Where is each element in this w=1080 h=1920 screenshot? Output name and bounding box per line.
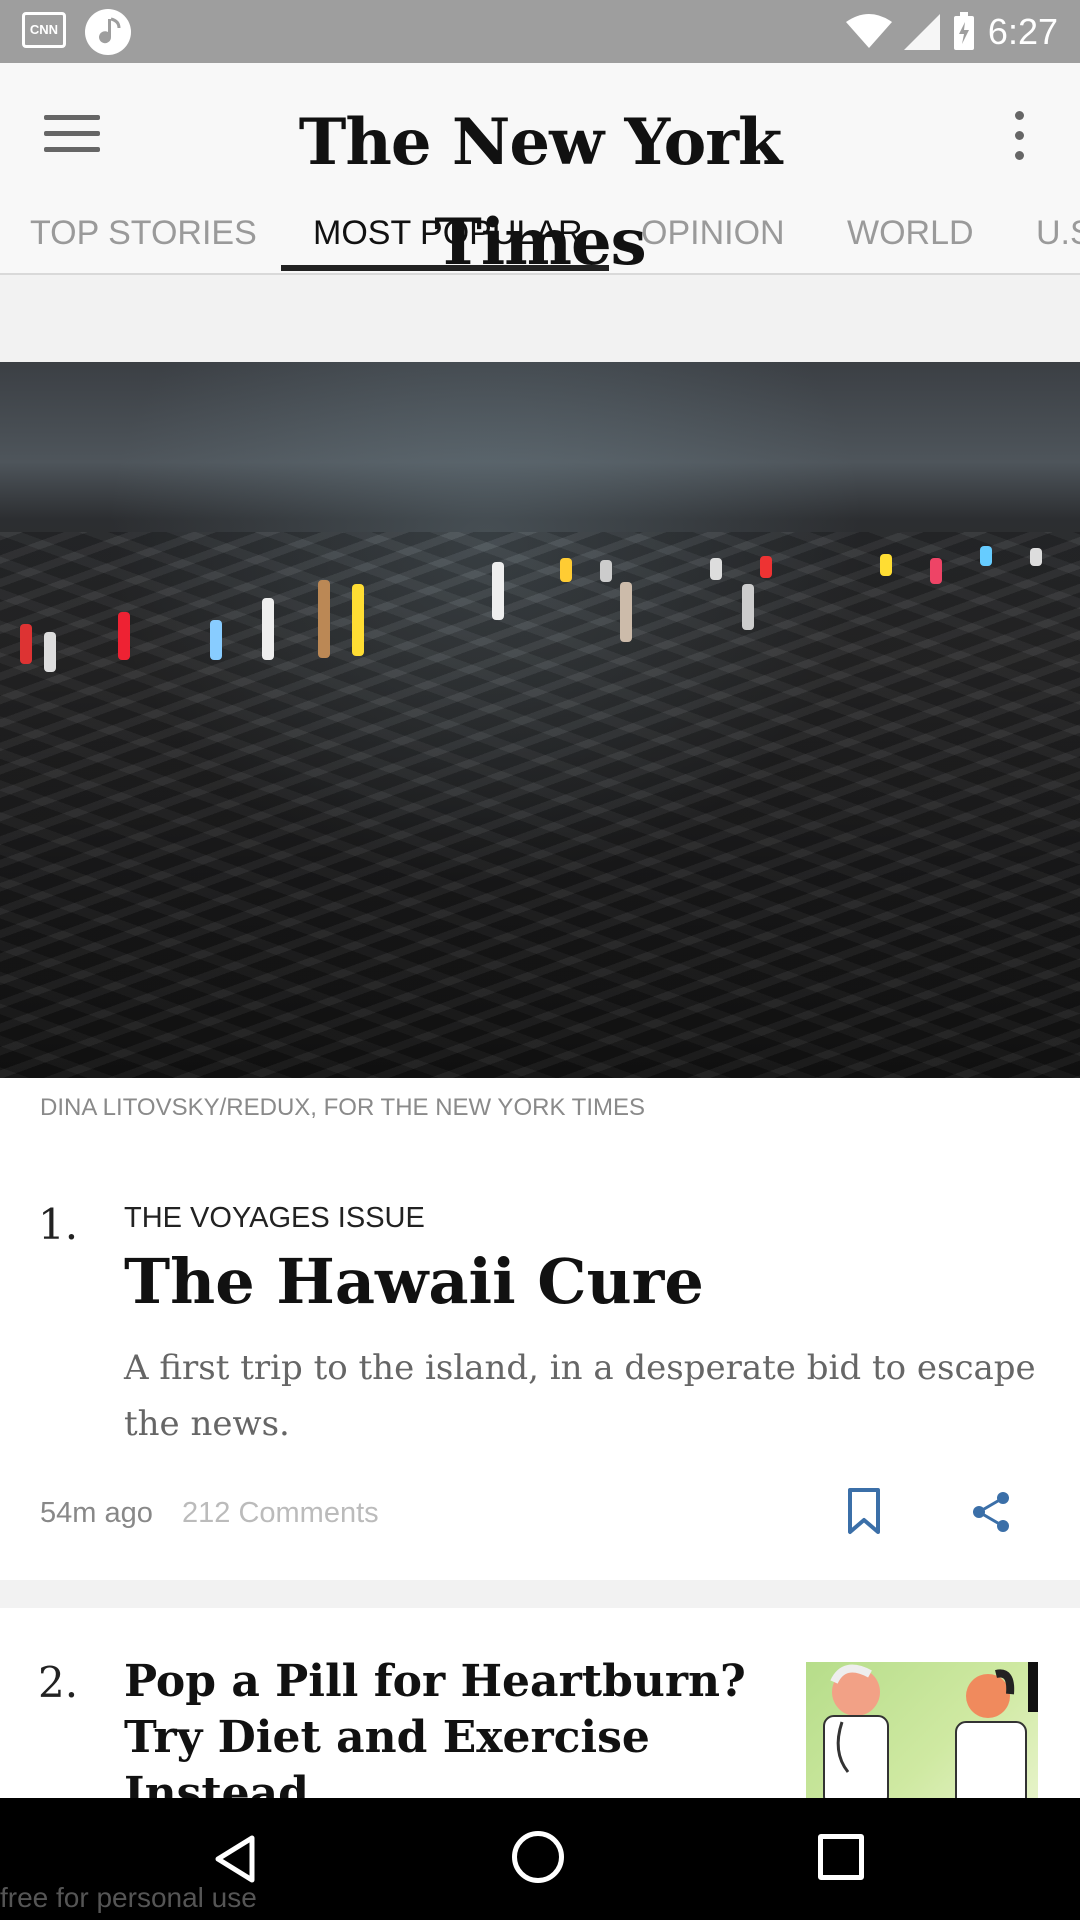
hiker bbox=[262, 598, 274, 660]
hiker bbox=[1030, 548, 1042, 566]
more-vert-icon[interactable] bbox=[1012, 111, 1026, 167]
article-summary: A first trip to the island, in a despera… bbox=[124, 1348, 1036, 1444]
comments-link[interactable]: 212 Comments bbox=[182, 1497, 379, 1530]
home-icon[interactable] bbox=[512, 1831, 564, 1883]
bookmark-icon[interactable] bbox=[846, 1487, 882, 1535]
section-tabs: TOP STORIES MOST POPULAR OPINION WORLD U… bbox=[0, 208, 1080, 272]
active-tab-indicator bbox=[281, 265, 609, 271]
wifi-icon bbox=[845, 13, 892, 48]
hiker bbox=[980, 546, 992, 566]
article-kicker: THE VOYAGES ISSUE bbox=[124, 1202, 425, 1234]
article-headline[interactable]: The Hawaii Cure bbox=[124, 1242, 1024, 1322]
hiker bbox=[352, 584, 364, 656]
rank-number: 2. bbox=[38, 1658, 79, 1707]
hiker bbox=[20, 624, 32, 664]
hiker bbox=[318, 580, 330, 658]
recents-icon[interactable] bbox=[818, 1834, 864, 1880]
article-timestamp: 54m ago bbox=[40, 1497, 153, 1529]
hiker bbox=[760, 556, 772, 578]
hiker bbox=[118, 612, 130, 660]
article-headline[interactable]: Pop a Pill for Heartburn? Try Diet and E… bbox=[124, 1654, 764, 1822]
hiker bbox=[560, 558, 572, 582]
menu-icon[interactable] bbox=[44, 115, 100, 165]
status-bar: CNN 6:27 bbox=[0, 0, 1080, 63]
hiker bbox=[710, 558, 722, 580]
article-thumbnail[interactable] bbox=[806, 1662, 1038, 1798]
masthead-logo: The New York Times bbox=[298, 105, 783, 280]
hiker bbox=[742, 584, 754, 630]
tab-us[interactable]: U.S. bbox=[1036, 208, 1080, 272]
photo-credit: DINA LITOVSKY/REDUX, FOR THE NEW YORK TI… bbox=[40, 1094, 646, 1121]
article-card[interactable]: DINA LITOVSKY/REDUX, FOR THE NEW YORK TI… bbox=[0, 362, 1080, 1580]
clock: 6:27 bbox=[987, 10, 1058, 52]
article-card[interactable]: 2. Pop a Pill for Heartburn? Try Diet an… bbox=[0, 1608, 1080, 1819]
hiker bbox=[44, 632, 56, 672]
hiker bbox=[880, 554, 892, 576]
tab-top-stories[interactable]: TOP STORIES bbox=[30, 208, 257, 272]
watermark: free for personal use bbox=[0, 1882, 257, 1913]
tab-opinion[interactable]: OPINION bbox=[641, 208, 785, 272]
hiker bbox=[492, 562, 504, 620]
share-icon[interactable] bbox=[970, 1490, 1012, 1534]
hiker bbox=[210, 620, 222, 660]
signal-icon bbox=[903, 13, 940, 50]
system-status: 6:27 bbox=[845, 0, 1058, 63]
hiker bbox=[930, 558, 942, 584]
cnn-icon: CNN bbox=[22, 12, 66, 48]
app-bar: The New York Times TOP STORIES MOST POPU… bbox=[0, 63, 1080, 280]
rank-number: 1. bbox=[38, 1200, 79, 1249]
music-icon bbox=[85, 9, 131, 55]
tab-most-popular[interactable]: MOST POPULAR bbox=[313, 208, 583, 272]
article-hero-image[interactable] bbox=[0, 362, 1080, 1078]
tab-world[interactable]: WORLD bbox=[847, 208, 974, 272]
lava-field bbox=[0, 532, 1080, 1078]
back-icon[interactable] bbox=[210, 1834, 260, 1884]
hiker bbox=[600, 560, 612, 582]
battery-charging-icon bbox=[953, 11, 974, 50]
hiker bbox=[620, 582, 632, 642]
